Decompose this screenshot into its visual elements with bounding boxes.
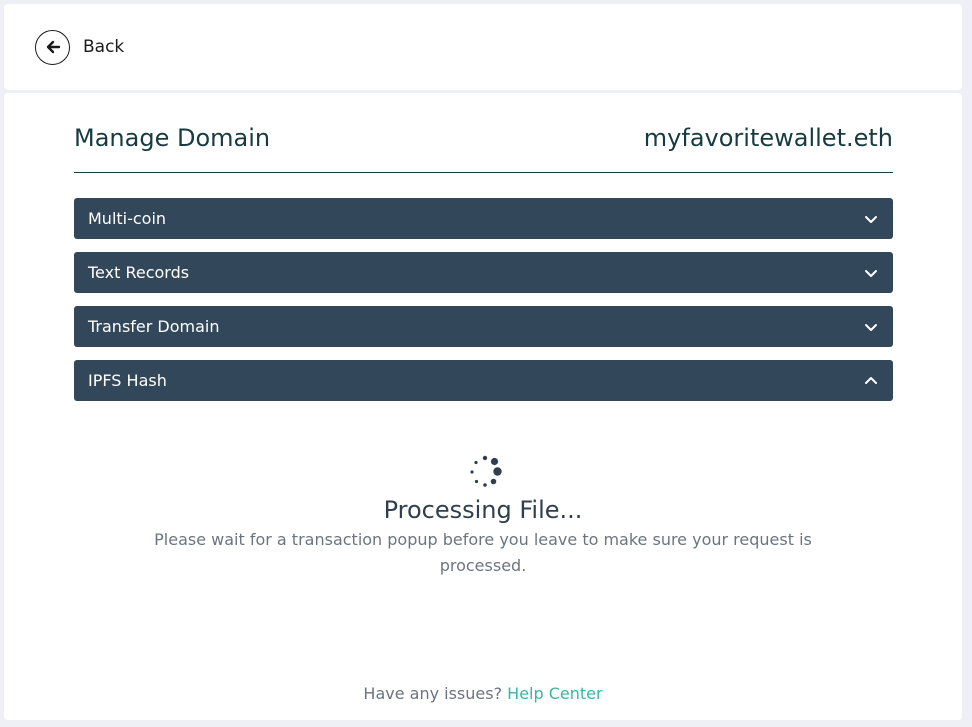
processing-title: Processing File... <box>383 496 583 524</box>
back-button[interactable]: Back <box>35 29 124 65</box>
accordion-text-records[interactable]: Text Records <box>74 252 893 293</box>
chevron-up-icon <box>865 376 877 384</box>
accordion-ipfs-hash[interactable]: IPFS Hash <box>74 360 893 401</box>
chevron-down-icon <box>865 269 877 277</box>
accordion-label: Text Records <box>88 263 190 282</box>
manage-domain-panel: Manage Domain myfavoritewallet.eth Multi… <box>4 93 962 720</box>
accordion-multi-coin[interactable]: Multi-coin <box>74 198 893 239</box>
chevron-down-icon <box>865 215 877 223</box>
panel-header: Manage Domain myfavoritewallet.eth <box>74 121 893 173</box>
arrow-left-icon[interactable] <box>35 29 70 65</box>
page-title: Manage Domain <box>74 124 271 152</box>
top-bar: Back <box>4 4 962 90</box>
domain-name: myfavoritewallet.eth <box>643 124 893 152</box>
spinner-icon <box>470 455 502 487</box>
accordion-label: IPFS Hash <box>88 371 167 390</box>
back-label[interactable]: Back <box>83 37 124 57</box>
help-center-link[interactable]: Help Center <box>507 684 602 703</box>
accordion-label: Multi-coin <box>88 209 167 228</box>
footer: Have any issues? Help Center <box>4 684 962 703</box>
chevron-down-icon <box>865 323 877 331</box>
processing-message: Please wait for a transaction popup befo… <box>154 530 812 575</box>
accordion-label: Transfer Domain <box>88 317 220 336</box>
footer-text: Have any issues? <box>363 684 503 703</box>
accordion-transfer-domain[interactable]: Transfer Domain <box>74 306 893 347</box>
